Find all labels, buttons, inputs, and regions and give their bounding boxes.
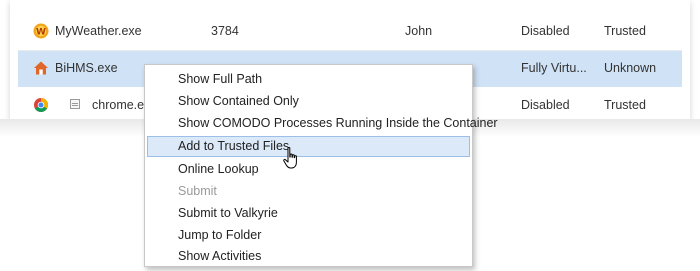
- tree-collapse-icon[interactable]: [70, 99, 80, 109]
- process-rating: Trusted: [604, 24, 646, 38]
- menu-item-show-activities[interactable]: Show Activities: [147, 246, 470, 267]
- menu-item-label: Show COMODO Processes Running Inside the…: [178, 116, 498, 130]
- context-menu: Show Full Path Show Contained Only Show …: [144, 64, 498, 267]
- svg-text:W: W: [36, 28, 46, 38]
- process-rating: Unknown: [604, 61, 657, 75]
- process-status: Disabled: [521, 98, 570, 112]
- menu-item-label: Show Full Path: [178, 72, 263, 86]
- menu-item-label: Online Lookup: [178, 162, 259, 176]
- menu-item-show-full-path[interactable]: Show Full Path: [147, 69, 470, 90]
- menu-item-label: Show Contained Only: [178, 94, 299, 108]
- chrome-icon: [34, 98, 48, 112]
- menu-item-show-comodo-processes[interactable]: Show COMODO Processes Running Inside the…: [147, 113, 498, 134]
- menu-item-label: Jump to Folder: [178, 228, 262, 242]
- menu-item-online-lookup[interactable]: Online Lookup: [147, 159, 470, 180]
- menu-item-label: Show Activities: [178, 249, 262, 263]
- myweather-icon: W: [33, 23, 49, 39]
- menu-item-submit: Submit: [147, 181, 470, 202]
- process-name: MyWeather.exe: [55, 24, 142, 38]
- menu-item-add-to-trusted-files[interactable]: Add to Trusted Files: [147, 136, 470, 157]
- menu-item-label: Submit to Valkyrie: [178, 206, 278, 220]
- process-rating: Trusted: [604, 98, 646, 112]
- menu-item-submit-to-valkyrie[interactable]: Submit to Valkyrie: [147, 203, 470, 224]
- process-row-myweather[interactable]: W MyWeather.exe 3784 John Disabled Trust…: [18, 14, 682, 50]
- menu-item-label: Add to Trusted Files: [178, 139, 290, 153]
- process-user: John: [405, 24, 433, 38]
- hand-cursor-icon: [283, 147, 297, 169]
- menu-item-jump-to-folder[interactable]: Jump to Folder: [147, 225, 470, 246]
- process-name: BiHMS.exe: [55, 61, 118, 75]
- process-pid: 3784: [211, 24, 239, 38]
- menu-item-label: Submit: [178, 184, 217, 198]
- process-status: Fully Virtu...: [521, 61, 587, 75]
- menu-item-show-contained-only[interactable]: Show Contained Only: [147, 91, 470, 112]
- home-icon: [34, 61, 48, 75]
- process-status: Disabled: [521, 24, 570, 38]
